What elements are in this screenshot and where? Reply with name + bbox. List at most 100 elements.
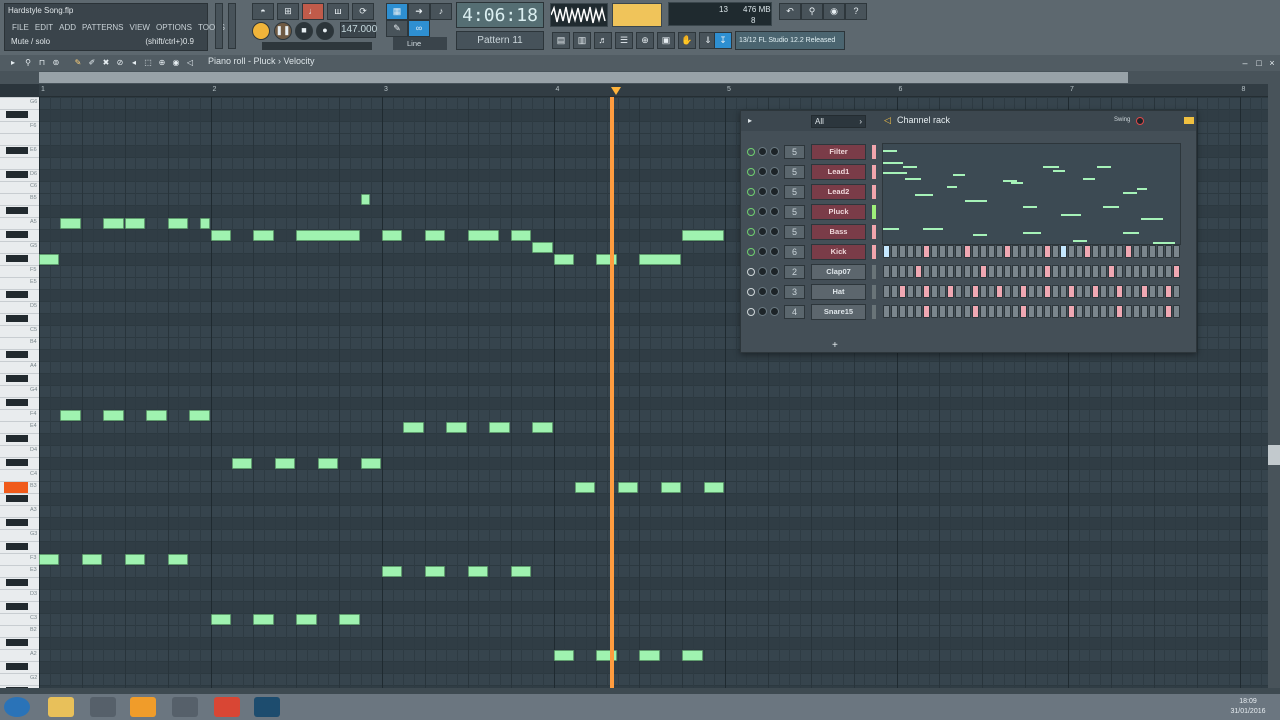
step-button[interactable] xyxy=(995,245,1003,258)
channel-select-indicator[interactable] xyxy=(872,165,876,179)
step-button[interactable] xyxy=(915,285,923,298)
step-button[interactable] xyxy=(1132,285,1140,298)
note[interactable] xyxy=(199,217,210,229)
note[interactable] xyxy=(60,217,81,229)
vertical-scrollbar[interactable] xyxy=(1268,84,1280,688)
step-button[interactable] xyxy=(1052,265,1060,278)
note[interactable] xyxy=(532,241,553,253)
mixer-track-number[interactable]: 5 xyxy=(784,225,805,239)
stop-button[interactable]: ■ xyxy=(295,22,313,40)
menu-item-add[interactable]: ADD xyxy=(59,23,76,32)
step-button[interactable] xyxy=(915,245,923,258)
channel-name-button[interactable]: Lead2 xyxy=(811,184,866,200)
step-button[interactable] xyxy=(987,285,995,298)
pattern-mode-icon[interactable] xyxy=(252,22,270,40)
step-button[interactable] xyxy=(1140,265,1148,278)
black-key[interactable] xyxy=(6,495,28,502)
note[interactable] xyxy=(639,253,682,265)
channel-select-indicator[interactable] xyxy=(872,225,876,239)
horizontal-scroll-thumb[interactable] xyxy=(39,72,1128,83)
add-channel-button[interactable]: + xyxy=(832,340,838,351)
note[interactable] xyxy=(446,421,467,433)
note[interactable] xyxy=(489,421,510,433)
step-button[interactable] xyxy=(1124,245,1132,258)
step-button[interactable] xyxy=(1027,285,1035,298)
steam-icon[interactable] xyxy=(254,697,280,717)
channel-row-snare15[interactable]: 4 Snare15 xyxy=(741,302,1196,322)
channel-name-button[interactable]: Pluck xyxy=(811,204,866,220)
channel-mute-led[interactable] xyxy=(747,148,755,156)
channel-row-hat[interactable]: 3 Hat xyxy=(741,282,1196,302)
undo-icon[interactable]: ↶ xyxy=(779,3,801,20)
step-button[interactable] xyxy=(883,265,890,278)
channel-pan-knob[interactable] xyxy=(758,247,767,256)
note[interactable] xyxy=(317,457,339,469)
note[interactable] xyxy=(424,229,446,241)
step-button[interactable] xyxy=(1156,245,1164,258)
note[interactable] xyxy=(553,649,574,661)
step-button[interactable] xyxy=(1108,285,1116,298)
step-button[interactable] xyxy=(947,305,955,318)
note[interactable] xyxy=(682,649,703,661)
channel-select-indicator[interactable] xyxy=(872,265,876,279)
step-button[interactable] xyxy=(1116,285,1124,298)
step-button[interactable] xyxy=(1172,265,1180,278)
step-button[interactable] xyxy=(1100,265,1108,278)
plugin-picker-icon[interactable]: ⊕ xyxy=(636,32,654,49)
step-button[interactable] xyxy=(1084,265,1092,278)
step-button[interactable] xyxy=(899,285,907,298)
main-pitch-slider[interactable] xyxy=(228,3,236,49)
note[interactable] xyxy=(660,481,682,493)
chrome-icon[interactable] xyxy=(214,697,240,717)
channel-name-button[interactable]: Kick xyxy=(811,244,866,260)
step-button[interactable] xyxy=(979,245,987,258)
step-button[interactable] xyxy=(947,285,955,298)
step-button[interactable] xyxy=(947,265,955,278)
stamp-icon[interactable]: ⊓ xyxy=(36,57,48,69)
step-button[interactable] xyxy=(1060,305,1068,318)
note[interactable] xyxy=(617,481,639,493)
step-button[interactable] xyxy=(891,305,899,318)
step-button[interactable] xyxy=(1019,305,1027,318)
step-button[interactable] xyxy=(923,305,931,318)
note[interactable] xyxy=(382,565,403,577)
black-key[interactable] xyxy=(6,207,28,214)
close-icon[interactable]: × xyxy=(1266,57,1278,69)
step-button[interactable] xyxy=(1068,265,1076,278)
step-button[interactable] xyxy=(939,285,947,298)
black-key[interactable] xyxy=(6,111,28,118)
mixer-track-number[interactable]: 5 xyxy=(784,165,805,179)
step-button[interactable] xyxy=(979,265,987,278)
note[interactable] xyxy=(510,229,532,241)
step-button[interactable] xyxy=(1116,265,1124,278)
step-button[interactable] xyxy=(971,305,979,318)
pattern-song-toggle[interactable]: ◓ xyxy=(252,3,274,20)
note[interactable] xyxy=(510,565,532,577)
step-button[interactable] xyxy=(1084,245,1092,258)
step-button[interactable] xyxy=(1068,305,1076,318)
step-button[interactable] xyxy=(1011,245,1019,258)
step-button[interactable] xyxy=(995,285,1003,298)
step-button[interactable] xyxy=(915,305,923,318)
pattern-selector[interactable]: Pattern 11 xyxy=(456,31,544,50)
master-pitch-slider[interactable] xyxy=(262,42,372,50)
step-button[interactable] xyxy=(1003,305,1011,318)
step-button[interactable] xyxy=(955,265,963,278)
channel-pan-knob[interactable] xyxy=(758,207,767,216)
note[interactable] xyxy=(339,613,360,625)
note[interactable] xyxy=(210,229,231,241)
step-button[interactable] xyxy=(931,305,939,318)
mixer-track-number[interactable]: 5 xyxy=(784,145,805,159)
step-button[interactable] xyxy=(971,265,979,278)
step-button[interactable] xyxy=(923,245,931,258)
step-button[interactable] xyxy=(1019,265,1027,278)
step-button[interactable] xyxy=(1148,285,1156,298)
obs-icon[interactable] xyxy=(172,697,198,717)
step-button[interactable] xyxy=(1003,245,1011,258)
step-button[interactable] xyxy=(1140,305,1148,318)
fl-studio-icon[interactable] xyxy=(130,697,156,717)
black-key[interactable] xyxy=(6,255,28,262)
step-button[interactable] xyxy=(1035,265,1043,278)
link-icon[interactable]: ∞ xyxy=(408,20,430,37)
step-button[interactable] xyxy=(1052,245,1060,258)
